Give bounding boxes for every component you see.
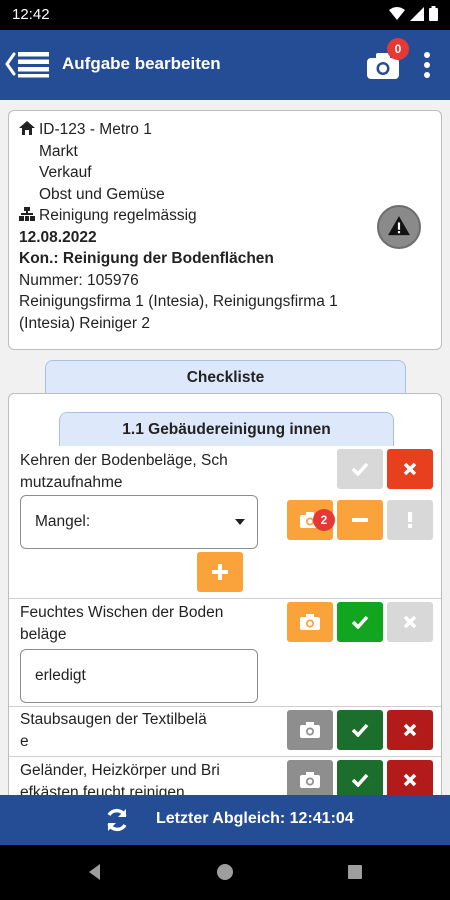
location-line: ID-123 - Metro 1 <box>19 119 431 141</box>
status-icons <box>389 6 438 21</box>
checklist-card: 1.1 Gebäudereinigung innen Kehren der Bo… <box>8 393 442 795</box>
list-item-text: Kehren der Bodenbeläge, Sch mutzaufnahme <box>20 452 228 491</box>
list-item-text: Geländer, Heizkörper und Bri efkästen fe… <box>20 762 220 795</box>
status-time: 12:42 <box>12 6 50 23</box>
check-icon <box>351 773 369 787</box>
photo-button[interactable] <box>287 602 333 642</box>
defect-select[interactable]: Mangel: <box>20 495 258 549</box>
tab-checklist[interactable]: Checkliste <box>45 360 406 394</box>
task-control: Kon.: Reinigung der Bodenflächen <box>19 250 274 267</box>
check-icon <box>351 723 369 737</box>
sitemap-icon <box>19 207 35 221</box>
reject-button[interactable] <box>387 449 433 489</box>
check-button[interactable] <box>337 602 383 642</box>
nav-back-icon[interactable] <box>84 861 106 883</box>
nav-home-icon[interactable] <box>214 861 236 883</box>
camera-icon <box>300 722 320 738</box>
wifi-icon <box>389 6 405 20</box>
minus-button[interactable] <box>337 500 383 540</box>
photo-button[interactable] <box>287 710 333 750</box>
minus-icon <box>352 518 368 522</box>
battery-icon <box>429 6 438 21</box>
check-button[interactable] <box>337 710 383 750</box>
page-title: Aufgabe bearbeiten <box>62 54 221 73</box>
camera-icon <box>300 772 320 788</box>
check-button[interactable] <box>337 760 383 795</box>
sync-icon[interactable] <box>104 807 130 833</box>
divider <box>9 756 441 757</box>
caret-down-icon <box>235 519 245 525</box>
divider <box>9 598 441 599</box>
more-vert-icon[interactable] <box>420 50 434 80</box>
content-area[interactable]: ID-123 - Metro 1 Markt Verkauf Obst und … <box>0 100 450 795</box>
task-number: Nummer: 105976 <box>19 271 139 289</box>
app-bar: Aufgabe bearbeiten 0 <box>0 30 450 100</box>
back-list-icon[interactable] <box>5 50 51 78</box>
reject-button[interactable] <box>387 710 433 750</box>
check-icon <box>351 462 369 476</box>
photo-count-badge: 0 <box>387 38 409 60</box>
signal-icon <box>410 6 424 21</box>
divider <box>9 706 441 707</box>
location-line: Markt <box>39 142 78 160</box>
reject-button[interactable] <box>387 602 433 642</box>
close-icon <box>403 462 417 476</box>
check-button[interactable] <box>337 449 383 489</box>
home-icon <box>19 121 35 135</box>
task-type-line: Reinigung regelmässig <box>19 205 431 227</box>
photo-count-badge: 2 <box>313 509 335 531</box>
status-bar: 12:42 <box>0 0 450 30</box>
nav-recents-icon[interactable] <box>344 861 366 883</box>
exclamation-icon <box>408 512 412 528</box>
reject-button[interactable] <box>387 760 433 795</box>
task-date: 12.08.2022 <box>19 228 97 246</box>
plus-icon <box>212 564 228 580</box>
task-company: Reinigungsfirma 1 (Intesia), Reinigungsf… <box>19 293 338 310</box>
task-info-card: ID-123 - Metro 1 Markt Verkauf Obst und … <box>8 110 442 350</box>
system-nav-bar <box>0 845 450 900</box>
location-line: Verkauf <box>39 164 92 181</box>
exclamation-button[interactable] <box>387 500 433 540</box>
warning-icon[interactable] <box>377 205 421 249</box>
list-item-text: Staubsaugen der Textilbelä e <box>20 711 207 750</box>
task-company: (Intesia) Reiniger 2 <box>19 314 150 332</box>
add-button[interactable] <box>197 552 243 592</box>
comment-input[interactable]: erledigt <box>20 649 258 703</box>
sync-bar[interactable]: Letzter Abgleich: 12:41:04 <box>0 795 450 845</box>
section-header: 1.1 Gebäudereinigung innen <box>59 412 394 446</box>
check-icon <box>351 615 369 629</box>
close-icon <box>403 773 417 787</box>
camera-icon <box>300 614 320 630</box>
list-item-text: Feuchtes Wischen der Boden beläge <box>20 604 224 643</box>
location-line: Obst und Gemüse <box>39 185 165 203</box>
close-icon <box>403 615 417 629</box>
close-icon <box>403 723 417 737</box>
last-sync-label: Letzter Abgleich: 12:41:04 <box>156 810 354 827</box>
photo-button[interactable] <box>287 760 333 795</box>
